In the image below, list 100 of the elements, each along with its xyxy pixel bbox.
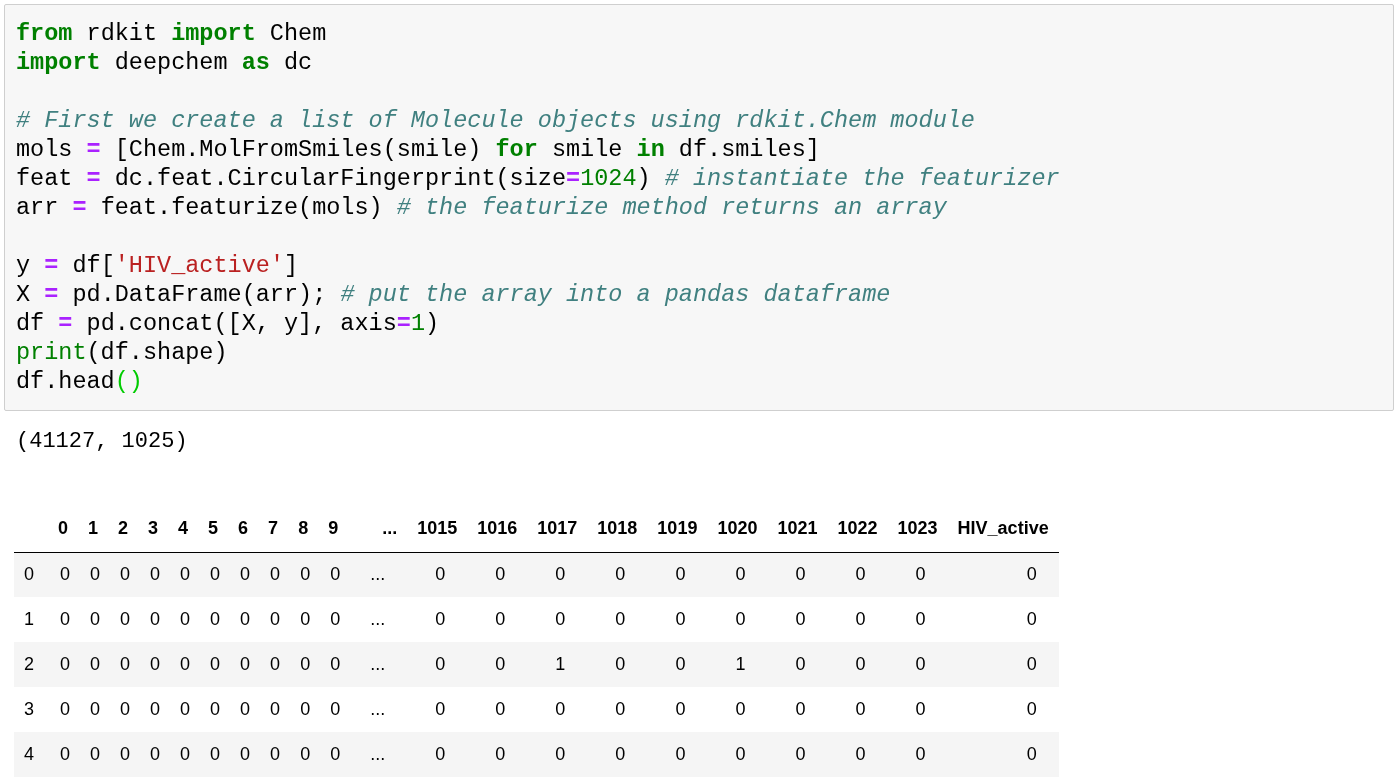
table-cell: 0 (827, 687, 888, 732)
column-header: 4 (168, 506, 199, 552)
column-header: 3 (138, 506, 169, 552)
column-header: 5 (198, 506, 229, 552)
table-cell: 0 (527, 732, 588, 777)
table-cell: 0 (467, 732, 528, 777)
code-line: df = pd.concat([X, y], axis=1) (16, 309, 440, 338)
table-cell: 0 (407, 732, 468, 777)
table-cell: 0 (318, 732, 349, 777)
table-cell: 0 (467, 552, 528, 597)
table-cell: 0 (198, 732, 229, 777)
table-cell: 0 (767, 552, 828, 597)
table-cell: 0 (198, 642, 229, 687)
column-header: ... (348, 506, 408, 552)
table-cell: 0 (767, 642, 828, 687)
table-cell: 0 (198, 552, 229, 597)
table-cell: 0 (767, 687, 828, 732)
table-cell: 1 (707, 642, 768, 687)
table-cell: 0 (467, 642, 528, 687)
code-line: y = df['HIV_active'] (16, 251, 299, 280)
column-header: 1017 (527, 506, 588, 552)
table-cell: 0 (947, 732, 1059, 777)
column-header: 6 (228, 506, 259, 552)
table-cell: 0 (707, 552, 768, 597)
table-cell: 0 (48, 552, 78, 597)
table-cell: 0 (527, 552, 588, 597)
table-cell: 0 (48, 732, 78, 777)
table-cell: 0 (647, 687, 708, 732)
table-cell: ... (348, 552, 408, 597)
table-cell: 0 (827, 597, 888, 642)
table-cell: 0 (647, 642, 708, 687)
table-cell: 0 (258, 687, 289, 732)
table-cell: 0 (168, 552, 199, 597)
table-cell: 0 (78, 597, 109, 642)
table-cell: 0 (228, 642, 259, 687)
row-index: 4 (14, 732, 48, 777)
column-header: 0 (48, 506, 78, 552)
table-cell: 0 (48, 642, 78, 687)
table-cell: 0 (527, 597, 588, 642)
table-cell: 0 (827, 732, 888, 777)
column-header: 1022 (827, 506, 888, 552)
table-cell: 0 (108, 687, 139, 732)
table-cell: 0 (318, 642, 349, 687)
table-cell: 0 (288, 552, 319, 597)
column-header: 1015 (407, 506, 468, 552)
output-text: (41127, 1025) (16, 428, 188, 456)
column-header: 1018 (587, 506, 648, 552)
table-cell: 0 (647, 552, 708, 597)
table-cell: 0 (168, 732, 199, 777)
table-cell: ... (348, 687, 408, 732)
table-cell: 0 (228, 597, 259, 642)
table-cell: 0 (48, 597, 78, 642)
row-index: 2 (14, 642, 48, 687)
table-cell: 0 (138, 552, 169, 597)
table-cell: 0 (587, 642, 648, 687)
table-cell: 0 (78, 687, 109, 732)
table-cell: 0 (887, 732, 948, 777)
table-cell: 0 (587, 597, 648, 642)
code-line: feat = dc.feat.CircularFingerprint(size=1024) # instantiate the featurizer (16, 164, 1060, 193)
table-cell: 0 (228, 687, 259, 732)
table-cell: 0 (78, 642, 109, 687)
table-cell: 0 (138, 597, 169, 642)
column-header: 8 (288, 506, 319, 552)
table-cell: 0 (138, 687, 169, 732)
table-cell: 0 (707, 732, 768, 777)
column-header: 1019 (647, 506, 708, 552)
table-cell: 0 (647, 732, 708, 777)
code-line: # First we create a list of Molecule objects using rdkit.Chem module (16, 106, 975, 135)
table-cell: 0 (228, 552, 259, 597)
code-line: mols = [Chem.MolFromSmiles(smile) for smile in df.smiles] (16, 135, 820, 164)
table-cell: 0 (467, 687, 528, 732)
table-cell: 0 (587, 687, 648, 732)
table-cell: ... (348, 642, 408, 687)
table-cell: 0 (108, 597, 139, 642)
table-cell: ... (348, 732, 408, 777)
table-cell: 0 (587, 732, 648, 777)
table-cell: 0 (407, 597, 468, 642)
table-cell: 0 (407, 552, 468, 597)
column-header: 1 (78, 506, 109, 552)
table-cell: 0 (947, 597, 1059, 642)
row-index: 3 (14, 687, 48, 732)
table-cell: 0 (258, 597, 289, 642)
table-cell: 0 (707, 597, 768, 642)
table-cell: 0 (48, 687, 78, 732)
column-header: 9 (318, 506, 349, 552)
table-cell: 0 (168, 597, 199, 642)
table-cell: 0 (887, 642, 948, 687)
row-index: 1 (14, 597, 48, 642)
code-line: import deepchem as dc (16, 48, 313, 77)
table-cell: 0 (887, 687, 948, 732)
code-line: df.head() (16, 367, 143, 396)
column-header: 1020 (707, 506, 768, 552)
table-cell: 0 (108, 552, 139, 597)
table-cell: 0 (198, 687, 229, 732)
table-cell: 0 (168, 687, 199, 732)
table-cell: 0 (318, 687, 349, 732)
table-cell: 0 (767, 597, 828, 642)
table-cell: 0 (108, 642, 139, 687)
table-cell: 0 (318, 552, 349, 597)
code-cell[interactable] (4, 4, 1394, 411)
